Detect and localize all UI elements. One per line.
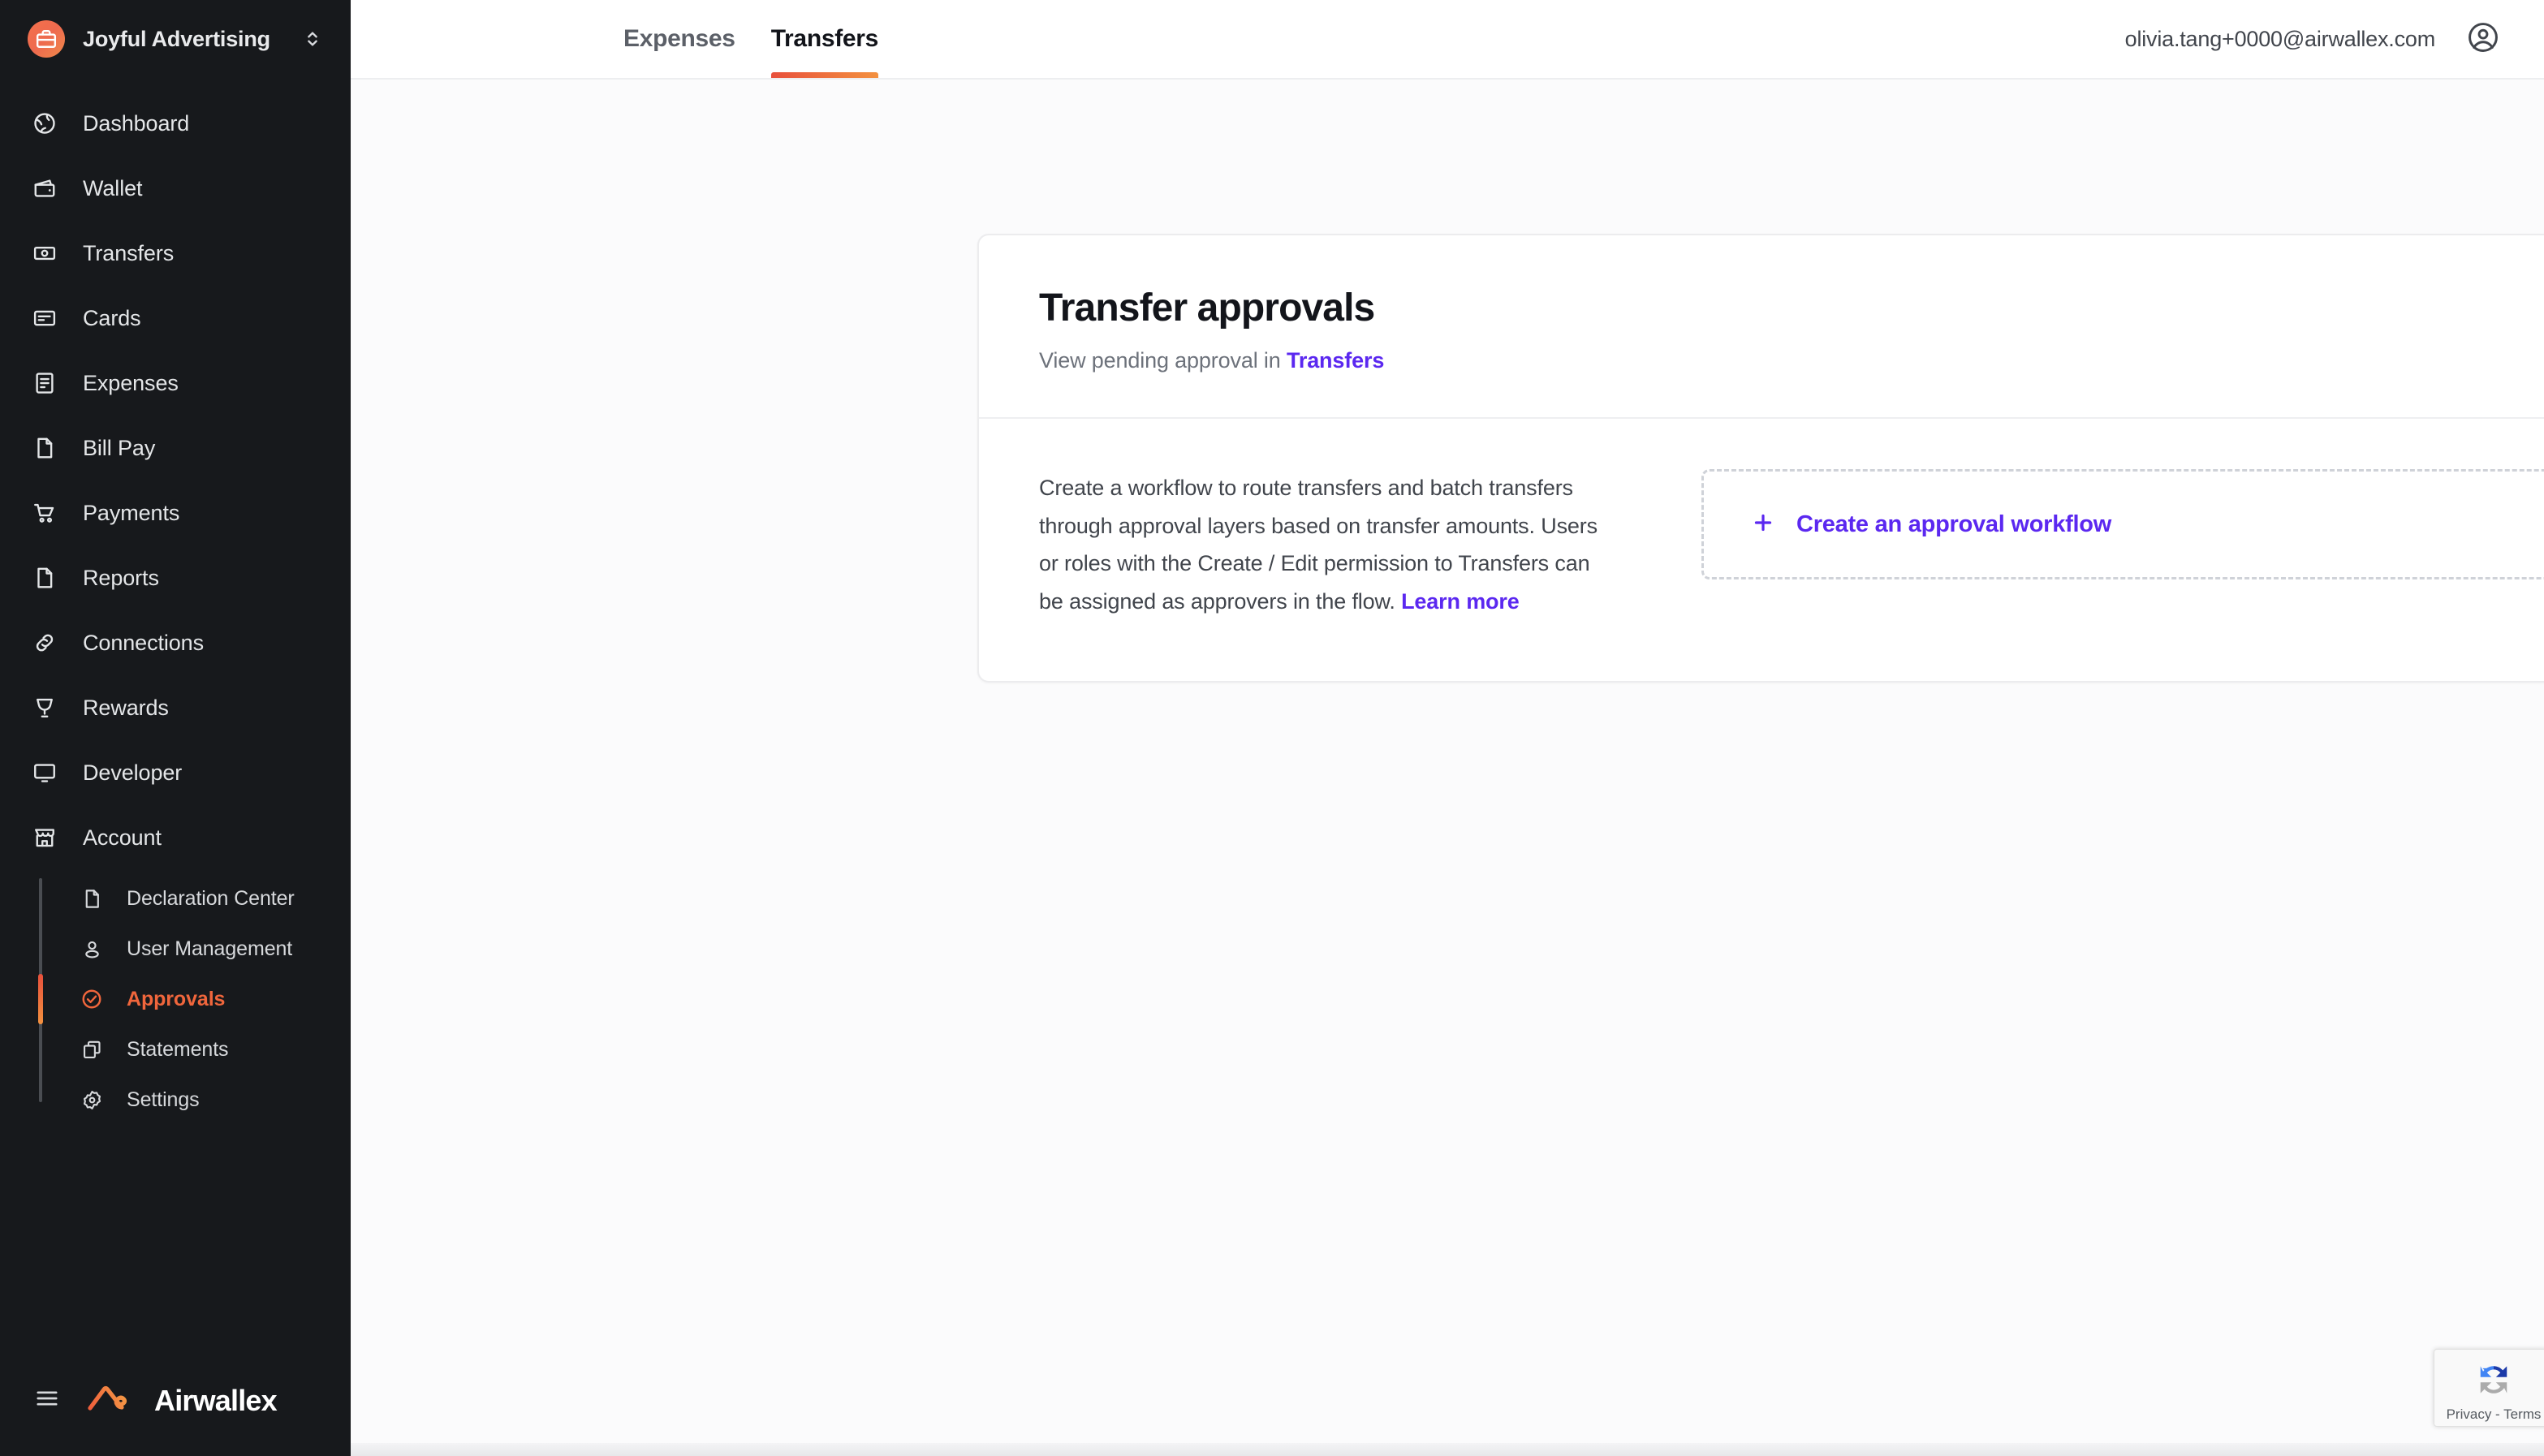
briefcase-icon bbox=[28, 20, 65, 58]
chevron-up-down-icon[interactable] bbox=[302, 28, 323, 50]
card-description: Create a workflow to route transfers and… bbox=[1039, 469, 1607, 621]
active-indicator bbox=[38, 974, 43, 1024]
transfer-approvals-card: Transfer approvals View pending approval… bbox=[977, 234, 2544, 683]
sidebar-subitem-label: Statements bbox=[127, 1037, 229, 1061]
tab-transfers[interactable]: Transfers bbox=[770, 0, 879, 78]
sidebar-item-label: Dashboard bbox=[83, 110, 190, 136]
person-icon bbox=[76, 938, 107, 960]
recaptcha-badge[interactable]: Privacy - Terms bbox=[2434, 1349, 2544, 1427]
trophy-icon bbox=[28, 696, 62, 720]
sidebar-item-label: Cards bbox=[83, 305, 141, 330]
document-icon bbox=[76, 888, 107, 910]
sidebar-item-label: Developer bbox=[83, 760, 183, 785]
sidebar-item-declaration-center[interactable]: Declaration Center bbox=[0, 873, 351, 924]
card-body: Create a workflow to route transfers and… bbox=[979, 419, 2544, 681]
dashboard-globe-icon bbox=[28, 111, 62, 136]
monitor-icon bbox=[28, 760, 62, 785]
horizontal-scrollbar[interactable] bbox=[351, 1443, 2544, 1456]
sidebar-item-rewards[interactable]: Rewards bbox=[0, 675, 351, 740]
sidebar-item-connections[interactable]: Connections bbox=[0, 610, 351, 675]
gear-icon bbox=[76, 1089, 107, 1111]
sidebar-item-settings[interactable]: Settings bbox=[0, 1075, 351, 1125]
learn-more-link[interactable]: Learn more bbox=[1401, 589, 1520, 614]
tab-label: Expenses bbox=[623, 25, 735, 52]
sidebar-item-dashboard[interactable]: Dashboard bbox=[0, 91, 351, 156]
document-icon bbox=[28, 566, 62, 590]
sidebar-item-user-management[interactable]: User Management bbox=[0, 924, 351, 974]
sidebar-item-label: Transfers bbox=[83, 240, 175, 265]
user-circle-icon[interactable] bbox=[2466, 20, 2500, 58]
app-root: Joyful Advertising Dashboard Wallet Tran… bbox=[0, 0, 2544, 1456]
sidebar-item-label: Account bbox=[83, 825, 162, 850]
banknote-icon bbox=[28, 241, 62, 265]
brand-name: Airwallex bbox=[154, 1383, 278, 1417]
recaptcha-text[interactable]: Privacy - Terms bbox=[2447, 1406, 2542, 1423]
sidebar-item-label: Wallet bbox=[83, 175, 143, 200]
storefront-icon bbox=[28, 825, 62, 850]
sidebar: Joyful Advertising Dashboard Wallet Tran… bbox=[0, 0, 351, 1456]
sidebar-item-statements[interactable]: Statements bbox=[0, 1024, 351, 1075]
link-chain-icon bbox=[28, 631, 62, 655]
sidebar-item-label: Reports bbox=[83, 565, 159, 590]
top-bar: Expenses Transfers olivia.tang+0000@airw… bbox=[351, 0, 2544, 80]
sidebar-item-label: Bill Pay bbox=[83, 435, 156, 460]
tab-label: Transfers bbox=[770, 25, 879, 52]
sidebar-item-label: Rewards bbox=[83, 695, 169, 720]
account-subnavigation: Declaration Center User Management Appro… bbox=[0, 873, 351, 1125]
card-icon bbox=[28, 306, 62, 330]
sidebar-item-label: Payments bbox=[83, 500, 180, 525]
document-icon bbox=[28, 436, 62, 460]
sidebar-item-payments[interactable]: Payments bbox=[0, 480, 351, 545]
copy-icon bbox=[76, 1039, 107, 1061]
page-tabs: Expenses Transfers bbox=[351, 0, 879, 78]
page-title: Transfer approvals bbox=[1039, 286, 1375, 330]
main-area: Expenses Transfers olivia.tang+0000@airw… bbox=[351, 0, 2544, 1456]
sidebar-item-transfers[interactable]: Transfers bbox=[0, 221, 351, 286]
sidebar-item-account[interactable]: Account bbox=[0, 805, 351, 870]
user-email: olivia.tang+0000@airwallex.com bbox=[2124, 26, 2436, 51]
hamburger-menu-icon[interactable] bbox=[34, 1385, 60, 1415]
recaptcha-icon bbox=[2473, 1359, 2515, 1405]
tab-expenses[interactable]: Expenses bbox=[623, 0, 735, 78]
card-subtitle: View pending approval in Transfers bbox=[1039, 348, 2544, 373]
transfers-link[interactable]: Transfers bbox=[1287, 348, 1384, 373]
sidebar-subitem-label: User Management bbox=[127, 937, 293, 960]
sidebar-item-wallet[interactable]: Wallet bbox=[0, 156, 351, 221]
sidebar-item-developer[interactable]: Developer bbox=[0, 740, 351, 805]
workspace-switcher[interactable]: Joyful Advertising bbox=[0, 0, 351, 78]
sidebar-item-approvals[interactable]: Approvals bbox=[0, 974, 351, 1024]
sidebar-item-cards[interactable]: Cards bbox=[0, 286, 351, 351]
sidebar-subitem-label: Approvals bbox=[127, 987, 226, 1010]
workspace-name: Joyful Advertising bbox=[83, 26, 270, 51]
sidebar-subitem-label: Settings bbox=[127, 1088, 200, 1111]
card-header: Transfer approvals View pending approval… bbox=[979, 235, 2544, 419]
shopping-cart-icon bbox=[28, 501, 62, 525]
check-circle-icon bbox=[76, 988, 107, 1010]
create-approval-workflow-button[interactable]: Create an approval workflow bbox=[1701, 469, 2544, 579]
sidebar-subitem-label: Declaration Center bbox=[127, 886, 295, 910]
receipt-icon bbox=[28, 371, 62, 395]
sidebar-item-reports[interactable]: Reports bbox=[0, 545, 351, 610]
sidebar-item-expenses[interactable]: Expenses bbox=[0, 351, 351, 416]
plus-icon bbox=[1751, 510, 1775, 539]
page-content: Transfer approvals View pending approval… bbox=[351, 80, 2544, 1456]
sidebar-item-label: Connections bbox=[83, 630, 204, 655]
sidebar-item-bill-pay[interactable]: Bill Pay bbox=[0, 416, 351, 480]
wallet-icon bbox=[28, 176, 62, 200]
top-bar-right: olivia.tang+0000@airwallex.com bbox=[2125, 0, 2544, 78]
primary-navigation: Dashboard Wallet Transfers Cards Expense… bbox=[0, 91, 351, 1125]
sidebar-footer: Airwallex bbox=[0, 1382, 351, 1456]
sidebar-item-label: Expenses bbox=[83, 370, 179, 395]
airwallex-logo-icon bbox=[84, 1382, 130, 1419]
create-approval-workflow-label: Create an approval workflow bbox=[1796, 510, 2112, 537]
subtitle-text: View pending approval in bbox=[1039, 348, 1287, 373]
